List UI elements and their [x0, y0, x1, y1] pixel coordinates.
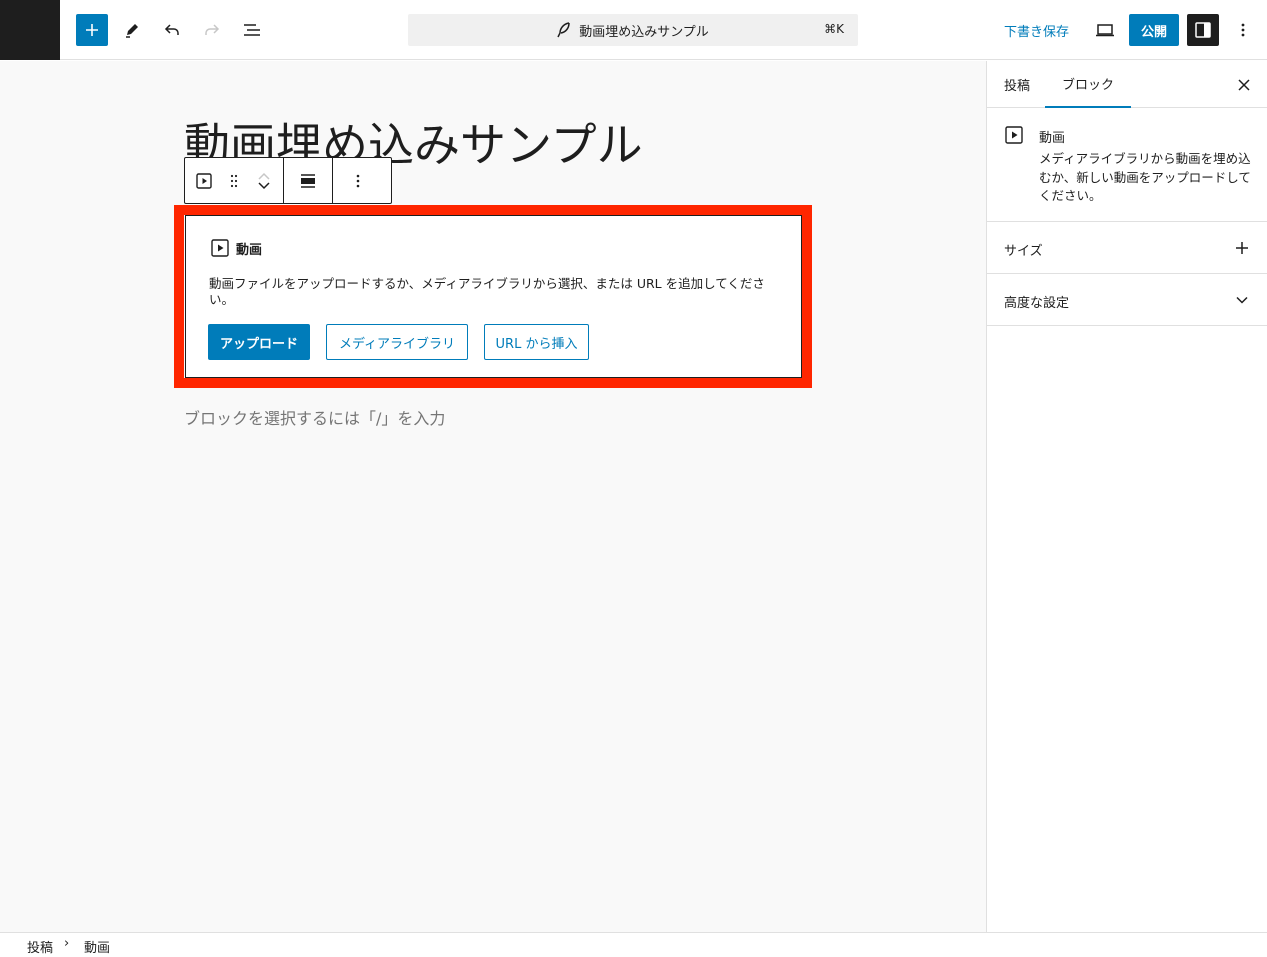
command-bar-title: 動画埋め込みサンプル — [579, 24, 709, 40]
default-block-appender[interactable]: ブロックを選択するには「/」を入力 — [184, 405, 445, 429]
breadcrumb-item-video[interactable]: 動画 — [84, 937, 110, 956]
media-library-button[interactable]: メディアライブラリ — [326, 324, 468, 360]
vertical-ellipsis-icon — [1241, 23, 1245, 37]
feather-icon — [557, 22, 571, 38]
block-switcher-button[interactable] — [189, 158, 219, 203]
redo-button[interactable] — [196, 14, 228, 46]
options-menu-button[interactable] — [1227, 14, 1259, 46]
tab-block[interactable]: ブロック — [1045, 61, 1132, 108]
preview-button[interactable] — [1089, 14, 1121, 46]
video-block-instructions: 動画ファイルをアップロードするか、メディアライブラリから選択、または URL を… — [209, 276, 765, 307]
video-icon — [196, 172, 212, 189]
list-view-icon — [244, 24, 260, 36]
block-options-button[interactable] — [343, 158, 373, 203]
block-inserter-button[interactable] — [76, 14, 108, 46]
video-icon — [1004, 125, 1024, 149]
vertical-ellipsis-icon — [356, 174, 360, 187]
breadcrumb: 投稿 › 動画 — [0, 932, 1267, 957]
plus-icon — [86, 24, 98, 36]
insert-from-url-button[interactable]: URL から挿入 — [484, 324, 589, 360]
close-sidebar-button[interactable] — [1232, 73, 1256, 97]
sidebar-icon — [1195, 22, 1211, 38]
save-draft-button[interactable]: 下書き保存 — [996, 14, 1077, 46]
command-shortcut: ⌘K — [824, 22, 844, 36]
block-card: 動画 メディアライブラリから動画を埋め込むか、新しい動画をアップロードしてくださ… — [987, 108, 1267, 222]
block-toolbar — [184, 157, 392, 204]
redo-icon — [205, 24, 220, 35]
breadcrumb-separator: › — [64, 936, 70, 951]
video-block-label-text: 動画 — [236, 242, 263, 258]
sidebar-tabs: 投稿 ブロック — [987, 61, 1267, 108]
video-icon — [210, 238, 230, 258]
video-block-placeholder[interactable]: 動画 動画ファイルをアップロードするか、メディアライブラリから選択、または UR… — [185, 215, 802, 378]
video-block-label: 動画 — [210, 238, 262, 258]
align-none-icon — [301, 173, 315, 188]
panel-advanced[interactable]: 高度な設定 — [987, 274, 1267, 326]
editor-canvas: 動画埋め込みサンプル 動画 動画ファイルをアップロードするか、メディアライブラリ… — [0, 61, 986, 932]
publish-button[interactable]: 公開 — [1129, 14, 1179, 46]
tools-button[interactable] — [116, 14, 148, 46]
editor-header: 動画埋め込みサンプル ⌘K 下書き保存 公開 — [0, 0, 1267, 60]
pencil-icon — [126, 24, 138, 38]
panel-advanced-label: 高度な設定 — [1004, 296, 1070, 311]
block-toolbar-group-switcher — [185, 158, 284, 203]
close-icon — [1238, 79, 1250, 91]
panel-size-label: サイズ — [1004, 244, 1043, 259]
laptop-icon — [1096, 24, 1114, 37]
align-button[interactable] — [293, 158, 323, 203]
upload-button[interactable]: アップロード — [208, 324, 310, 360]
document-overview-button[interactable] — [236, 14, 268, 46]
chevron-down-icon — [1232, 290, 1252, 310]
block-card-title: 動画 — [1039, 131, 1066, 146]
tab-post[interactable]: 投稿 — [1004, 61, 1030, 108]
settings-toggle-button[interactable] — [1187, 14, 1219, 46]
undo-icon — [164, 24, 179, 35]
settings-sidebar: 投稿 ブロック 動画 メディアライブラリから動画を埋め込むか、新しい動画をアップ… — [986, 61, 1267, 932]
drag-handle-icon — [230, 174, 238, 187]
block-toolbar-group-options — [333, 158, 383, 203]
chevron-down-icon[interactable] — [257, 181, 271, 191]
breadcrumb-item-post[interactable]: 投稿 — [27, 937, 53, 956]
block-toolbar-group-align — [284, 158, 333, 203]
panel-size[interactable]: サイズ — [987, 222, 1267, 274]
block-card-description: メディアライブラリから動画を埋め込むか、新しい動画をアップロードしてください。 — [1039, 151, 1251, 203]
drag-handle[interactable] — [219, 158, 249, 203]
chevron-up-icon[interactable] — [257, 171, 271, 181]
plus-icon — [1232, 238, 1252, 258]
site-logo-button[interactable] — [0, 0, 60, 60]
undo-button[interactable] — [156, 14, 188, 46]
block-mover — [249, 158, 279, 203]
command-palette-bar[interactable]: 動画埋め込みサンプル ⌘K — [408, 14, 858, 46]
